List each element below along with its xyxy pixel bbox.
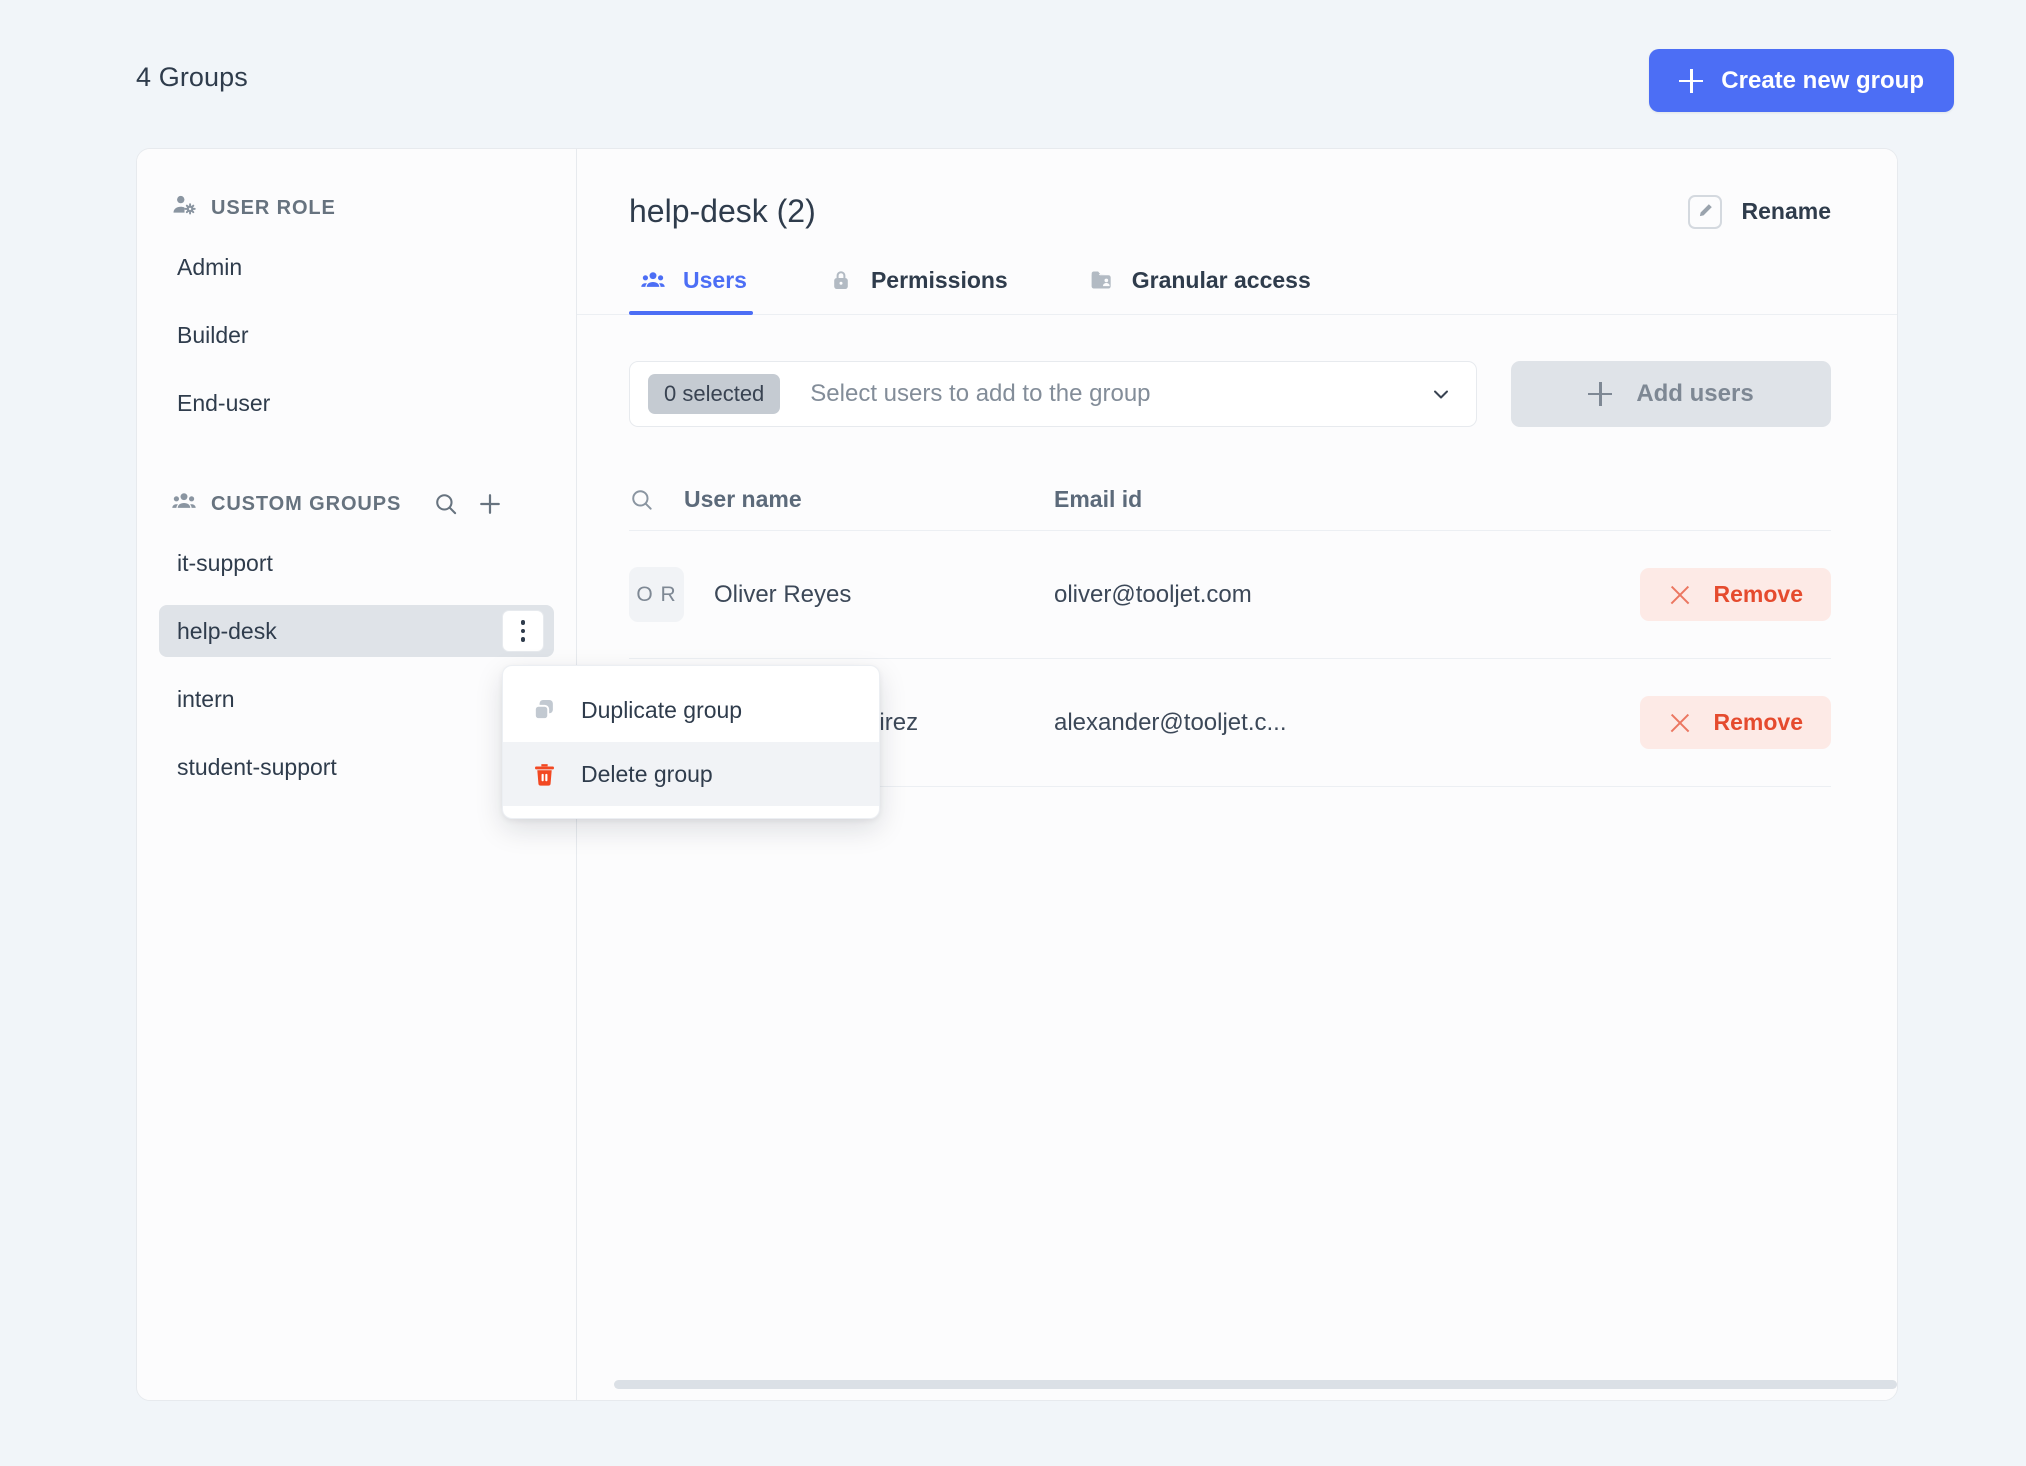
close-icon bbox=[1668, 583, 1692, 607]
cell-email-id: oliver@tooljet.com bbox=[1054, 580, 1252, 608]
sidebar-item-admin[interactable]: Admin bbox=[159, 241, 554, 293]
sidebar-item-builder[interactable]: Builder bbox=[159, 309, 554, 361]
menu-item-duplicate-group[interactable]: Duplicate group bbox=[503, 678, 879, 742]
horizontal-scrollbar[interactable] bbox=[578, 1380, 1897, 1390]
page-header: 4 Groups Create new group bbox=[0, 0, 2026, 140]
users-group-icon bbox=[171, 488, 197, 520]
group-tabs: Users Permissions Granular access bbox=[577, 266, 1897, 315]
close-icon bbox=[1668, 711, 1692, 735]
remove-label: Remove bbox=[1713, 581, 1803, 607]
tab-permissions[interactable]: Permissions bbox=[817, 266, 1034, 314]
user-role-list: Admin Builder End-user bbox=[137, 241, 576, 429]
sidebar-item-label: End-user bbox=[177, 389, 271, 416]
selected-count-chip: 0 selected bbox=[648, 374, 781, 414]
rename-label: Rename bbox=[1741, 198, 1831, 224]
sidebar-item-label: Admin bbox=[177, 253, 243, 280]
groups-card: USER ROLE Admin Builder End-user CUSTOM … bbox=[136, 148, 1898, 1401]
avatar: O R bbox=[629, 567, 684, 622]
duplicate-icon bbox=[529, 695, 559, 725]
remove-label: Remove bbox=[1713, 709, 1803, 735]
sidebar-item-intern[interactable]: intern bbox=[159, 673, 554, 725]
page-title: help-desk (2) bbox=[629, 193, 816, 229]
menu-item-label: Duplicate group bbox=[581, 696, 743, 723]
user-gear-icon bbox=[171, 192, 197, 224]
menu-item-delete-group[interactable]: Delete group bbox=[503, 742, 879, 806]
user-role-section-header: USER ROLE bbox=[137, 185, 576, 231]
groups-settings-page: 4 Groups Create new group USER ROLE Admi… bbox=[0, 0, 2026, 1466]
group-options-kebab-icon[interactable] bbox=[502, 610, 544, 652]
tab-label: Granular access bbox=[1131, 266, 1311, 293]
tab-label: Permissions bbox=[870, 266, 1008, 293]
trash-icon bbox=[529, 759, 559, 789]
sidebar-item-label: Builder bbox=[177, 321, 249, 348]
sidebar-item-label: help-desk bbox=[177, 617, 277, 644]
cell-email-id: alexander@tooljet.c... bbox=[1054, 708, 1287, 736]
sidebar-item-label: student-support bbox=[177, 753, 337, 780]
rename-button[interactable]: Rename bbox=[1687, 194, 1831, 229]
group-detail-header: help-desk (2) Rename bbox=[577, 149, 1897, 230]
scrollbar-thumb[interactable] bbox=[614, 1380, 1897, 1389]
search-icon[interactable] bbox=[431, 489, 461, 519]
sidebar-item-label: it-support bbox=[177, 549, 273, 576]
cell-actions: Remove bbox=[1571, 696, 1831, 749]
add-users-label: Add users bbox=[1636, 380, 1754, 407]
custom-groups-actions bbox=[431, 489, 505, 519]
sidebar-item-student-support[interactable]: student-support bbox=[159, 741, 554, 793]
add-users-button[interactable]: Add users bbox=[1511, 361, 1831, 427]
create-new-group-label: Create new group bbox=[1721, 66, 1924, 94]
users-icon bbox=[639, 266, 667, 294]
pencil-square-icon bbox=[1687, 194, 1722, 229]
table-row: O R Oliver Reyes oliver@tooljet.com Remo… bbox=[629, 531, 1831, 659]
select-users-placeholder: Select users to add to the group bbox=[810, 380, 1151, 407]
sidebar-item-end-user[interactable]: End-user bbox=[159, 377, 554, 429]
folder-user-icon bbox=[1088, 266, 1116, 294]
lock-icon bbox=[827, 266, 855, 294]
custom-groups-section-header: CUSTOM GROUPS bbox=[137, 481, 576, 527]
menu-item-label: Delete group bbox=[581, 760, 713, 787]
add-custom-group-icon[interactable] bbox=[475, 489, 505, 519]
add-users-row: 0 selected Select users to add to the gr… bbox=[577, 315, 1897, 427]
groups-count-label: 4 Groups bbox=[136, 62, 248, 92]
remove-user-button[interactable]: Remove bbox=[1639, 696, 1831, 749]
plus-icon bbox=[1679, 68, 1704, 93]
select-users-dropdown[interactable]: 0 selected Select users to add to the gr… bbox=[629, 361, 1477, 427]
column-header-user-name: User name bbox=[684, 486, 802, 512]
sidebar-item-help-desk[interactable]: help-desk bbox=[159, 605, 554, 657]
tab-label: Users bbox=[683, 266, 747, 293]
custom-groups-title: CUSTOM GROUPS bbox=[211, 492, 402, 515]
sidebar-item-it-support[interactable]: it-support bbox=[159, 537, 554, 589]
search-icon[interactable] bbox=[629, 487, 684, 513]
plus-icon bbox=[1588, 382, 1613, 406]
create-new-group-button[interactable]: Create new group bbox=[1649, 49, 1954, 112]
cell-user-name: Oliver Reyes bbox=[714, 580, 852, 608]
chevron-down-icon[interactable] bbox=[1428, 381, 1454, 407]
group-context-menu: Duplicate group Delete group bbox=[502, 665, 880, 819]
tab-users[interactable]: Users bbox=[629, 266, 773, 315]
tab-granular-access[interactable]: Granular access bbox=[1078, 266, 1337, 314]
remove-user-button[interactable]: Remove bbox=[1639, 568, 1831, 621]
column-header-email-id: Email id bbox=[1054, 486, 1143, 512]
sidebar-item-label: intern bbox=[177, 685, 235, 712]
cell-actions: Remove bbox=[1571, 568, 1831, 621]
table-header-row: User name Email id bbox=[629, 469, 1831, 531]
user-role-title: USER ROLE bbox=[211, 196, 336, 219]
